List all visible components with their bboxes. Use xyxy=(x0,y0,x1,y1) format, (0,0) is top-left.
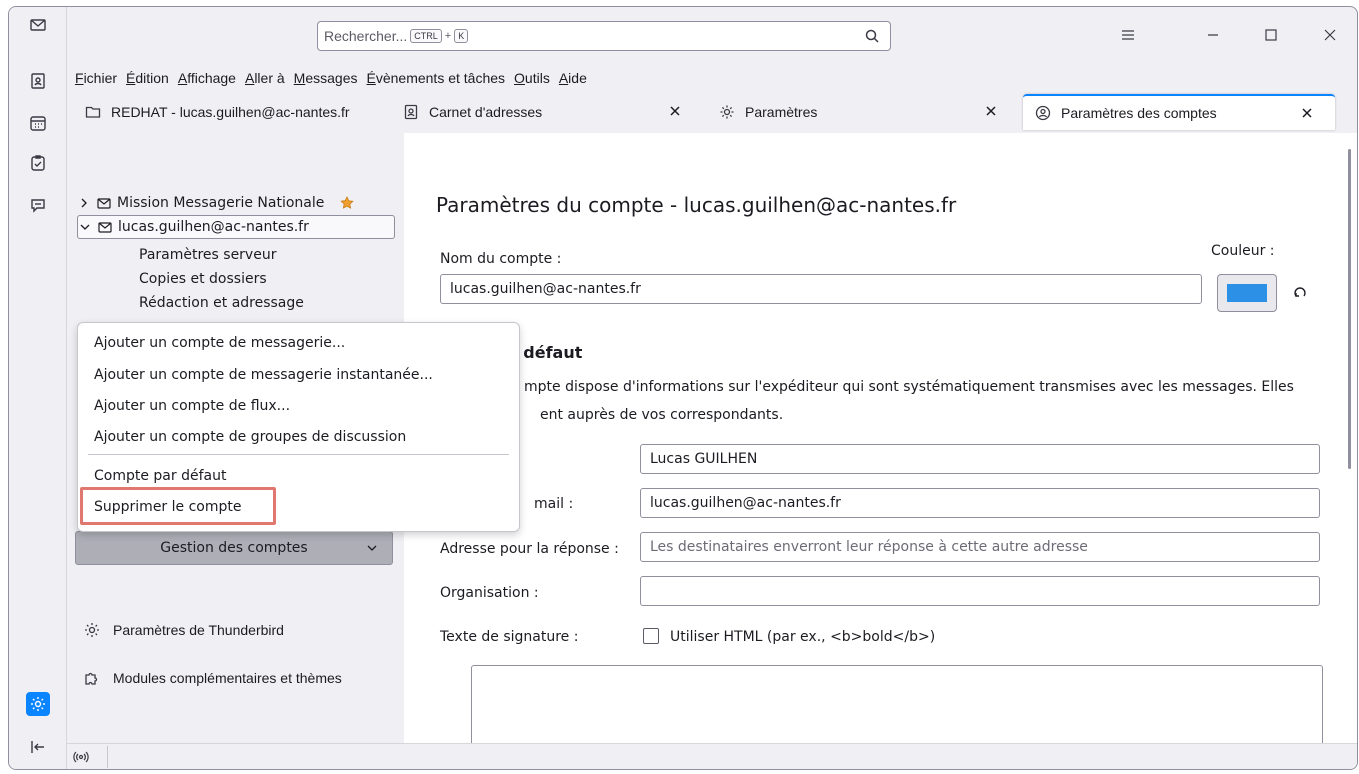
kbd-plus: + xyxy=(444,30,452,42)
tab-label: Paramètres des comptes xyxy=(1061,105,1217,121)
color-label: Couleur : xyxy=(1211,243,1275,259)
chat-icon[interactable] xyxy=(26,193,50,217)
kbd-key: K xyxy=(454,29,469,43)
tab-address-book[interactable]: Carnet d'adresses xyxy=(391,94,703,130)
app-menu-icon[interactable] xyxy=(1117,24,1139,46)
menu-affichage[interactable]: Affichage xyxy=(178,70,236,86)
thunderbird-window: Rechercher... CTRL + K Fichier Édition A… xyxy=(8,6,1358,770)
status-bar xyxy=(67,743,1357,769)
organization-input[interactable] xyxy=(640,576,1320,606)
folder-icon xyxy=(85,106,101,118)
default-star-icon xyxy=(340,196,355,209)
close-tab-icon[interactable] xyxy=(983,103,999,119)
account-settings-icon xyxy=(1035,105,1051,121)
menu-add-mail-account[interactable]: Ajouter un compte de messagerie... xyxy=(94,335,345,351)
kbd-ctrl: CTRL xyxy=(410,29,442,43)
identity-description-line2: ent auprès de vos correspondants. xyxy=(540,407,784,423)
search-input[interactable]: Rechercher... CTRL + K xyxy=(317,21,891,51)
chevron-down-icon xyxy=(367,545,377,551)
reset-color-icon[interactable] xyxy=(1291,283,1309,301)
menu-add-feed-account[interactable]: Ajouter un compte de flux... xyxy=(94,398,290,414)
tab-settings[interactable]: Paramètres xyxy=(707,94,1019,130)
signature-textarea[interactable] xyxy=(471,665,1323,743)
link-label: Paramètres de Thunderbird xyxy=(113,622,284,638)
mail-account-icon xyxy=(97,198,111,209)
collapse-sidebar-icon[interactable] xyxy=(26,735,50,759)
tab-account-settings[interactable]: Paramètres des comptes xyxy=(1023,94,1335,130)
mail-icon[interactable] xyxy=(26,13,50,37)
settings-gear-icon[interactable] xyxy=(26,692,50,716)
menu-add-newsgroup-account[interactable]: Ajouter un compte de groupes de discussi… xyxy=(94,429,406,445)
title-bar: Rechercher... CTRL + K xyxy=(67,7,1357,65)
tab-redhat[interactable]: REDHAT - lucas.guilhen@ac-nantes.fr xyxy=(73,94,391,130)
menu-set-default[interactable]: Compte par défaut xyxy=(94,468,226,484)
menu-aide[interactable]: Aide xyxy=(559,70,587,86)
online-status-icon[interactable] xyxy=(73,749,89,765)
account-actions-button[interactable]: Gestion des comptes xyxy=(75,531,393,565)
account-color-picker[interactable] xyxy=(1217,274,1277,312)
account-lucas-guilhen[interactable]: lucas.guilhen@ac-nantes.fr xyxy=(77,215,395,239)
page-title: Paramètres du compte - lucas.guilhen@ac-… xyxy=(436,193,957,217)
reply-to-label: Adresse pour la réponse : xyxy=(440,541,619,557)
status-separator xyxy=(107,746,108,768)
close-tab-icon[interactable] xyxy=(667,103,683,119)
tab-label: REDHAT - lucas.guilhen@ac-nantes.fr xyxy=(111,104,350,120)
signature-html-label[interactable]: Utiliser HTML (par ex., <b>bold</b>) xyxy=(670,629,935,645)
close-window-icon[interactable] xyxy=(1319,24,1341,46)
identity-description-line1: mpte dispose d'informations sur l'expédi… xyxy=(524,379,1294,395)
tab-label: Paramètres xyxy=(745,104,818,120)
mail-account-icon xyxy=(98,222,112,233)
email-label: mail : xyxy=(534,496,574,512)
spaces-toolbar xyxy=(9,7,67,769)
addons-themes-link[interactable]: Modules complémentaires et thèmes xyxy=(83,669,342,687)
menu-edition[interactable]: Édition xyxy=(126,70,169,86)
account-label: lucas.guilhen@ac-nantes.fr xyxy=(118,219,309,235)
account-name-label: Nom du compte : xyxy=(440,251,562,267)
subitem-copies-folders[interactable]: Copies et dossiers xyxy=(139,271,267,287)
account-name-input[interactable]: lucas.guilhen@ac-nantes.fr xyxy=(440,274,1202,304)
menu-evenements[interactable]: Évènements et tâches xyxy=(367,70,506,86)
maximize-icon[interactable] xyxy=(1260,24,1282,46)
chevron-down-icon[interactable] xyxy=(78,220,92,234)
signature-label: Texte de signature : xyxy=(440,629,579,645)
reply-to-input[interactable]: Les destinataires enverront leur réponse… xyxy=(640,532,1320,562)
menu-aller-a[interactable]: Aller à xyxy=(245,70,285,86)
link-label: Modules complémentaires et thèmes xyxy=(113,670,342,686)
address-book-icon xyxy=(404,104,418,120)
account-actions-menu: Ajouter un compte de messagerie... Ajout… xyxy=(77,322,520,532)
puzzle-icon xyxy=(85,672,98,685)
menu-outils[interactable]: Outils xyxy=(514,70,550,86)
menu-separator xyxy=(88,454,509,455)
organization-label: Organisation : xyxy=(440,585,539,601)
account-mission-messagerie[interactable]: Mission Messagerie Nationale xyxy=(77,191,360,215)
tab-label: Carnet d'adresses xyxy=(429,104,543,120)
address-book-icon[interactable] xyxy=(26,69,50,93)
email-input[interactable]: lucas.guilhen@ac-nantes.fr xyxy=(640,488,1320,518)
menu-bar: Fichier Édition Affichage Aller à Messag… xyxy=(67,65,1357,91)
search-placeholder: Rechercher... xyxy=(324,28,408,44)
chevron-right-icon[interactable] xyxy=(77,196,91,210)
gear-icon xyxy=(85,623,99,637)
your-name-input[interactable]: Lucas GUILHEN xyxy=(640,444,1320,474)
scrollbar[interactable] xyxy=(1348,149,1351,469)
menu-add-chat-account[interactable]: Ajouter un compte de messagerie instanta… xyxy=(94,367,433,383)
tab-strip: REDHAT - lucas.guilhen@ac-nantes.fr Carn… xyxy=(67,91,1357,133)
subitem-server-settings[interactable]: Paramètres serveur xyxy=(139,247,276,263)
menu-fichier[interactable]: Fichier xyxy=(75,70,117,86)
tasks-icon[interactable] xyxy=(26,151,50,175)
signature-html-checkbox[interactable] xyxy=(643,628,659,644)
highlight-box xyxy=(80,487,276,525)
thunderbird-settings-link[interactable]: Paramètres de Thunderbird xyxy=(83,621,284,639)
account-actions-label: Gestion des comptes xyxy=(160,540,308,556)
minimize-icon[interactable] xyxy=(1202,24,1224,46)
menu-messages[interactable]: Messages xyxy=(294,70,358,86)
gear-icon xyxy=(720,105,734,119)
account-label: Mission Messagerie Nationale xyxy=(117,195,325,211)
calendar-icon[interactable] xyxy=(26,111,50,135)
search-icon[interactable] xyxy=(864,28,880,44)
close-tab-icon[interactable] xyxy=(1299,105,1315,121)
subitem-composition[interactable]: Rédaction et adressage xyxy=(139,295,304,311)
account-settings-pane: Paramètres du compte - lucas.guilhen@ac-… xyxy=(404,133,1357,743)
